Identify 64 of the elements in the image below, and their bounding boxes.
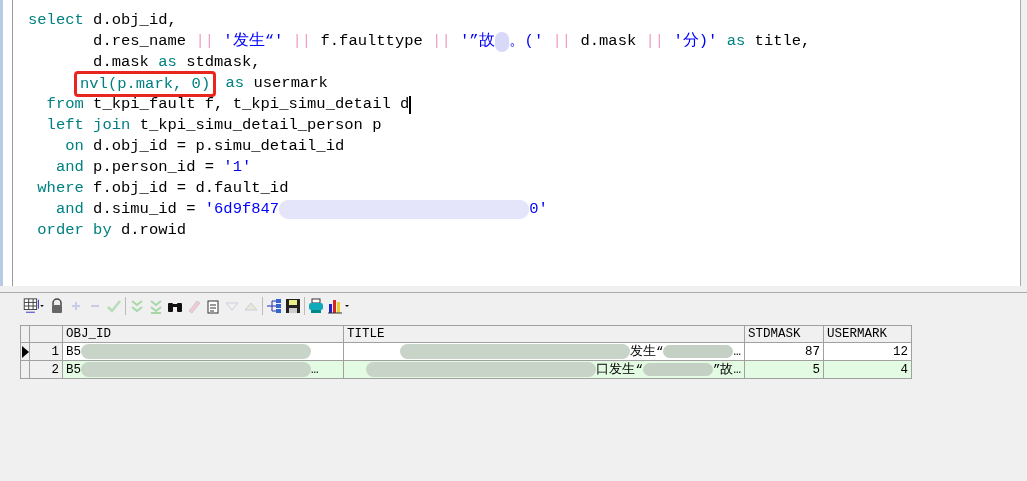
sql-operator: || [195,31,215,52]
sql-text: d.mask [579,31,638,52]
tree-icon[interactable] [266,298,282,314]
sql-text: f.faulttype [319,31,424,52]
column-header[interactable]: STDMASK [744,325,824,343]
sql-keyword: as [224,73,245,94]
table-cell-text: … [311,362,319,377]
table-cell-text: … [733,344,741,359]
text-cursor [409,95,412,114]
sql-operator: || [292,31,312,52]
sql-text: d.obj_id, [92,10,177,31]
sql-keyword: order by [36,220,112,241]
sql-text: d.rowid [120,220,187,241]
sql-keyword: select [28,10,84,31]
sql-text: d.obj_id = p.simu_detail_id [92,136,345,157]
sql-keyword: on [64,136,84,157]
sql-text: p.person_id = [92,157,216,178]
sql-text: d.res_name [92,31,188,52]
table-cell-text: B5 [66,344,81,359]
save-icon[interactable] [285,298,301,314]
sql-text: d.simu_id = [92,199,197,220]
sql-text: title, [753,31,811,52]
sql-text: f.obj_id = d.fault_id [92,178,289,199]
highlighted-code: nvl(p.mark, 0) [74,70,217,97]
table-cell-text: 口发生“ [596,361,643,378]
bar-chart-icon[interactable] [327,298,351,314]
column-header[interactable]: TITLE [343,325,745,343]
sql-string: '发生“' [222,31,285,52]
column-header[interactable]: USERMARK [823,325,912,343]
printer-icon[interactable] [308,298,324,314]
lock-icon[interactable] [49,298,65,314]
sql-keyword: as [725,31,746,52]
sql-keyword: as [158,52,177,73]
sql-string: '”故 [459,31,495,52]
sql-string: 。(' [508,31,545,52]
sql-string: '分)' [672,31,718,52]
sql-keyword: left join [45,115,131,136]
sql-operator: || [645,31,665,52]
clipboard-icon[interactable] [205,298,221,314]
sql-string: '1' [223,157,252,178]
row-indicator[interactable] [20,342,30,361]
sql-keyword: from [45,94,84,115]
column-header[interactable]: OBJ_ID [62,325,344,343]
sql-text: usermark [252,73,328,94]
table-cell-text: ”故… [713,362,741,378]
sql-string: '6d9f847 [204,199,280,220]
table-cell-text: B5 [66,362,81,377]
sql-string: 0' [529,199,548,220]
sql-operator: || [432,31,451,52]
sql-keyword: and [54,199,84,220]
grid-icon[interactable] [22,298,46,314]
sql-operator: || [552,31,572,52]
redaction-blur [494,31,509,52]
sql-editor[interactable] [0,0,1021,286]
redaction-blur [663,345,734,358]
table-cell-text: 发生“ [629,343,664,360]
sql-text: t_kpi_fault f, t_kpi_simu_detail d [92,94,410,115]
sql-keyword: where [36,178,84,199]
sql-text: t_kpi_simu_detail_person p [138,115,382,136]
sql-text: stdmask, [185,52,261,73]
sql-keyword: and [54,157,84,178]
redaction-blur [643,363,713,376]
check-icon[interactable] [106,298,122,314]
sql-text: d.mask [92,52,150,73]
